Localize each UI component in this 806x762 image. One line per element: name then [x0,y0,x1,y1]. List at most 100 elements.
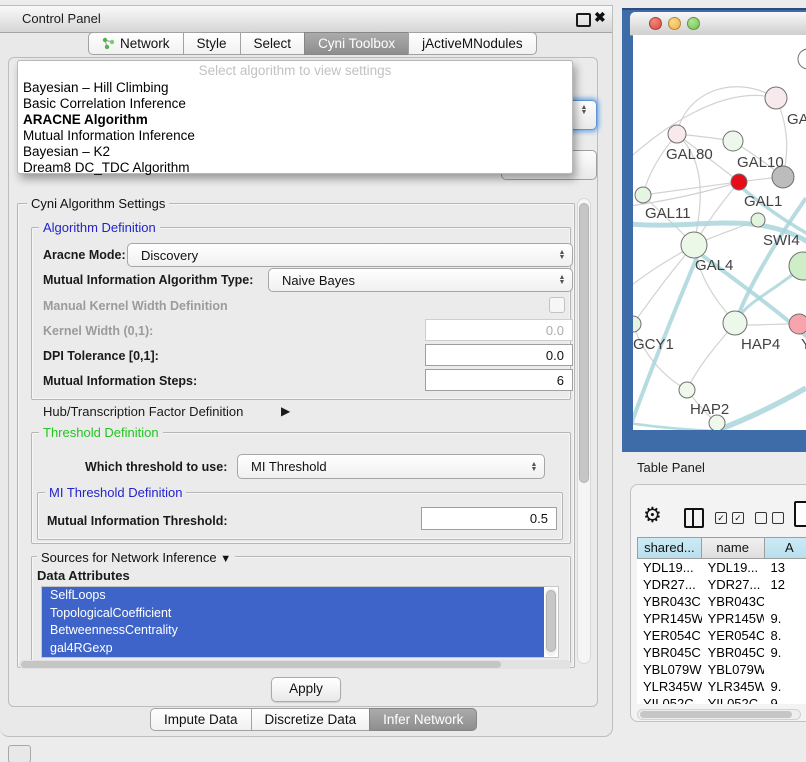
expand-arrow-icon[interactable]: ▶ [281,404,290,418]
close-icon[interactable]: ✖ [594,9,606,26]
node-label: GAL1 [744,193,782,210]
algorithm-option-dream8-dc-tdc-algorithm[interactable]: Dream8 DC_TDC Algorithm [23,160,190,175]
network-view-window: GALGAL80GAL10GAL1GAL11SWI4GAL4GCY1HAP4YH… [622,8,806,452]
tab-select[interactable]: Select [240,32,306,55]
column-header-a[interactable]: A [765,537,806,559]
network-node[interactable] [679,382,695,398]
mi-type-select[interactable]: Naive Bayes ▲▼ [268,268,573,292]
mi-type-value: Naive Bayes [269,273,552,288]
scrollbar-thumb[interactable] [579,203,589,483]
attribute-item-betweennesscentrality[interactable]: BetweennessCentrality [42,622,544,640]
tab-discretize-data[interactable]: Discretize Data [251,708,371,731]
table-row[interactable]: YBR043CYBR043C [637,593,806,610]
tab-impute-data[interactable]: Impute Data [150,708,252,731]
select-all-checks-icon[interactable]: ✓ ✓ [715,512,744,524]
network-node[interactable] [723,131,743,151]
table-cell: YBL079W [637,661,702,678]
data-attributes-list[interactable]: SelfLoopsTopologicalCoefficientBetweenne… [41,586,559,658]
column-header-name[interactable]: name [702,537,765,559]
table-row[interactable]: YDR27...YDR27...12 [637,576,806,593]
network-node[interactable] [765,87,787,109]
tab-cyni-toolbox[interactable]: Cyni Toolbox [304,32,409,55]
table-cell: 9. [764,678,806,695]
table-row[interactable]: YER054CYER054C8. [637,627,806,644]
bottom-tabs: Impute Data Discretize Data Infer Network [150,708,477,731]
network-node[interactable] [633,316,641,332]
manual-kernel-checkbox[interactable] [549,297,565,313]
table-row[interactable]: YIL052CYIL052C9 [637,695,806,704]
minimize-traffic-light-icon[interactable] [668,17,681,30]
dpi-tolerance-field[interactable]: 0.0 [425,344,573,366]
mi-threshold-field[interactable]: 0.5 [421,507,557,530]
algorithm-option-bayesian-k2[interactable]: Bayesian – K2 [23,144,110,159]
table-cell: YDR27... [702,576,765,593]
table-hscrollbar[interactable] [637,709,801,720]
list-scrollbar[interactable] [545,588,557,656]
tab-jactivemnodules[interactable]: jActiveMNodules [408,32,537,55]
settings-hscrollbar[interactable] [19,660,571,669]
table-row[interactable]: YBL079WYBL079W [637,661,806,678]
tab-label: Discretize Data [265,712,357,727]
table-row[interactable]: YLR345WYLR345W9. [637,678,806,695]
tab-label: Infer Network [383,712,463,727]
table-row[interactable]: YPR145WYPR145W9. [637,610,806,627]
aracne-mode-select[interactable]: Discovery ▲▼ [127,243,573,267]
table-cell: 9. [764,610,806,627]
algorithm-option-bayesian-hill-climbing[interactable]: Bayesian – Hill Climbing [23,80,169,95]
mi-threshold-label: Mutual Information Threshold: [47,514,228,528]
table-row[interactable]: YDL19...YDL19...13 [637,559,806,576]
algorithm-option-basic-correlation-inference[interactable]: Basic Correlation Inference [23,96,186,111]
tab-label: Style [197,36,227,51]
which-threshold-select[interactable]: MI Threshold ▲▼ [237,454,545,479]
data-attributes-label: Data Attributes [37,568,130,583]
table-row[interactable]: YBR045CYBR045C9. [637,644,806,661]
network-node[interactable] [635,187,651,203]
kernel-width-field[interactable]: 0.0 [425,319,573,341]
function-builder-icon[interactable] [794,501,806,527]
unselect-all-checks-icon[interactable] [755,512,784,524]
mi-steps-field[interactable]: 6 [425,369,573,391]
table-cell: YPR145W [637,610,702,627]
network-node[interactable] [681,232,707,258]
stepper-icon: ▲▼ [552,275,572,285]
algorithm-option-aracne-algorithm[interactable]: ARACNE Algorithm [23,112,148,127]
network-node[interactable] [723,311,747,335]
close-traffic-light-icon[interactable] [649,17,662,30]
settings-vscrollbar[interactable] [577,198,591,664]
algorithm-option-mutual-information-inference[interactable]: Mutual Information Inference [23,128,195,143]
collapse-arrow-icon[interactable]: ▼ [220,553,231,565]
network-node[interactable] [668,125,686,143]
control-panel-window: Control Panel ✖ NetworkStyleSelectCyni T… [0,5,613,737]
columns-icon[interactable] [684,508,704,528]
tab-label: Impute Data [164,712,238,727]
tab-infer-network[interactable]: Infer Network [369,708,477,731]
tab-network[interactable]: Network [88,32,184,55]
network-node[interactable] [789,314,806,334]
aracne-mode-label: Aracne Mode: [43,248,126,262]
scrollbar-thumb[interactable] [21,661,501,668]
network-canvas[interactable]: GALGAL80GAL10GAL1GAL11SWI4GAL4GCY1HAP4YH… [633,35,806,430]
tab-style[interactable]: Style [183,32,241,55]
mi-type-label: Mutual Information Algorithm Type: [43,273,253,287]
scrollbar-thumb[interactable] [640,711,792,718]
scrollbar-thumb[interactable] [546,590,556,652]
attribute-item-topologicalcoefficient[interactable]: TopologicalCoefficient [42,605,544,623]
column-header-shared[interactable]: shared... [637,537,702,559]
network-node[interactable] [731,174,747,190]
table-cell: YLR345W [702,678,765,695]
network-node[interactable] [751,213,765,227]
gear-icon[interactable]: ⚙ [643,503,662,528]
float-window-button[interactable] [576,13,591,27]
sources-group-title: Sources for Network Inference ▼ [37,550,235,565]
attribute-item-gal4rgexp[interactable]: gal4RGexp [42,640,544,658]
hub-definition-label: Hub/Transcription Factor Definition [43,404,243,419]
network-node[interactable] [798,49,806,69]
node-label: GAL10 [737,154,784,171]
network-edge [643,182,739,195]
zoom-traffic-light-icon[interactable] [687,17,700,30]
algorithm-placeholder: Select algorithm to view settings [18,63,572,78]
apply-button[interactable]: Apply [271,677,341,702]
collapse-panel-button[interactable] [8,745,31,762]
attribute-item-selfloops[interactable]: SelfLoops [42,587,544,605]
screen: Control Panel ✖ NetworkStyleSelectCyni T… [0,0,806,762]
